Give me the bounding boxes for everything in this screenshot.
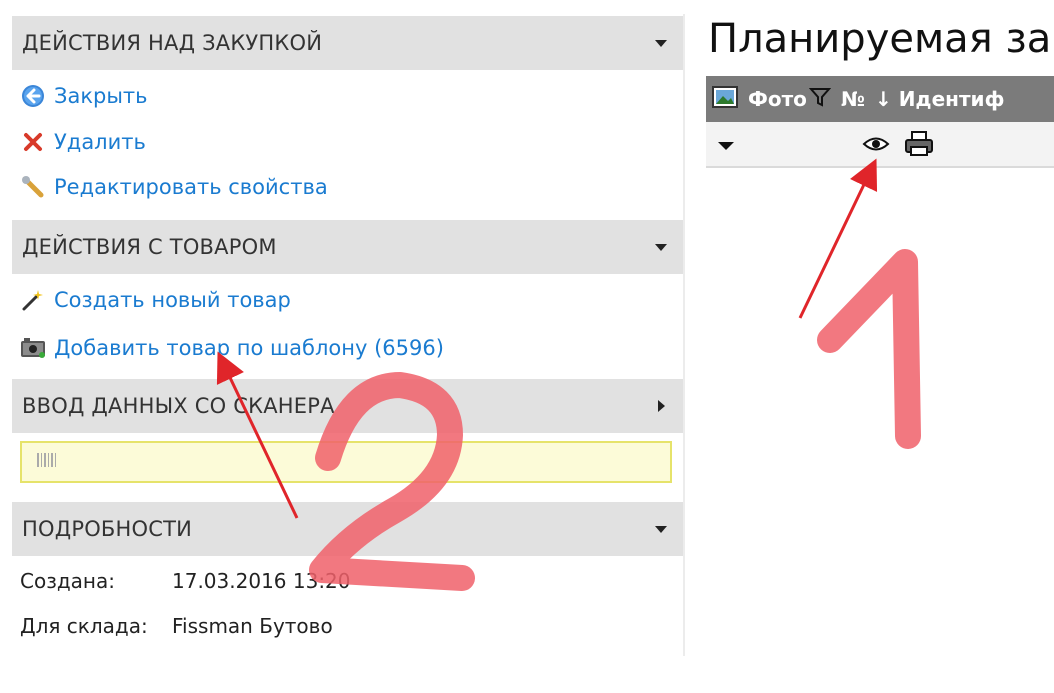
product-actions-header[interactable]: ДЕЙСТВИЯ С ТОВАРОМ	[12, 220, 683, 274]
page: ДЕЙСТВИЯ НАД ЗАКУПКОЙ Закрыть Удалить Ре…	[0, 0, 1054, 693]
scanner-input[interactable]	[20, 441, 672, 483]
purchase-actions-title: ДЕЙСТВИЯ НАД ЗАКУПКОЙ	[22, 31, 323, 55]
collapse-caret-icon[interactable]	[655, 525, 667, 533]
warehouse-value: Fissman Бутово	[172, 614, 333, 638]
barcode-icon	[36, 452, 60, 472]
column-identifier[interactable]: ↓ Идентиф	[875, 87, 1004, 111]
edit-properties-action[interactable]: Редактировать свойства	[20, 174, 328, 200]
expand-caret-icon[interactable]	[658, 400, 665, 412]
warehouse-label: Для склада:	[20, 614, 148, 638]
annotation-number-1-shape	[817, 249, 921, 449]
camera-icon	[20, 335, 46, 361]
print-icon[interactable]	[904, 131, 934, 161]
divider	[683, 14, 685, 656]
column-number[interactable]: №	[841, 87, 865, 111]
magic-wand-icon	[20, 287, 46, 313]
delete-label: Удалить	[54, 130, 146, 154]
arrow-to-view-icon	[798, 158, 878, 319]
filter-icon[interactable]	[808, 86, 832, 113]
create-product-label: Создать новый товар	[54, 288, 291, 312]
close-action[interactable]: Закрыть	[20, 83, 148, 109]
product-actions-title: ДЕЙСТВИЯ С ТОВАРОМ	[22, 235, 277, 259]
delete-x-icon	[20, 129, 46, 155]
details-title: ПОДРОБНОСТИ	[22, 517, 193, 541]
details-header[interactable]: ПОДРОБНОСТИ	[12, 502, 683, 556]
scanner-header[interactable]: ВВОД ДАННЫХ СО СКАНЕРА	[12, 379, 683, 433]
table-row	[706, 122, 1054, 168]
grid-header: Фото № ↓ Идентиф	[706, 76, 1054, 122]
delete-action[interactable]: Удалить	[20, 129, 146, 155]
add-by-template-action[interactable]: Добавить товар по шаблону (6596)	[20, 335, 444, 361]
collapse-caret-icon[interactable]	[655, 243, 667, 251]
create-product-action[interactable]: Создать новый товар	[20, 287, 291, 313]
sidebar: ДЕЙСТВИЯ НАД ЗАКУПКОЙ Закрыть Удалить Ре…	[12, 14, 683, 656]
close-label: Закрыть	[54, 84, 148, 108]
back-arrow-icon	[20, 83, 46, 109]
view-eye-icon[interactable]	[862, 133, 890, 159]
column-photo[interactable]: Фото	[748, 87, 807, 111]
created-label: Создана:	[20, 569, 115, 593]
collapse-caret-icon[interactable]	[655, 39, 667, 47]
created-row: Создана: 17.03.2016 13:20	[20, 569, 351, 593]
purchase-actions-header[interactable]: ДЕЙСТВИЯ НАД ЗАКУПКОЙ	[12, 16, 683, 70]
scanner-title: ВВОД ДАННЫХ СО СКАНЕРА	[22, 394, 335, 418]
edit-properties-label: Редактировать свойства	[54, 175, 328, 199]
warehouse-row: Для склада: Fissman Бутово	[20, 614, 333, 638]
page-title: Планируемая за	[708, 16, 1052, 62]
wrench-icon	[20, 174, 46, 200]
created-value: 17.03.2016 13:20	[172, 569, 351, 593]
photo-icon	[712, 85, 738, 113]
row-menu-caret-icon[interactable]	[718, 142, 734, 150]
add-by-template-label: Добавить товар по шаблону (6596)	[54, 336, 444, 360]
